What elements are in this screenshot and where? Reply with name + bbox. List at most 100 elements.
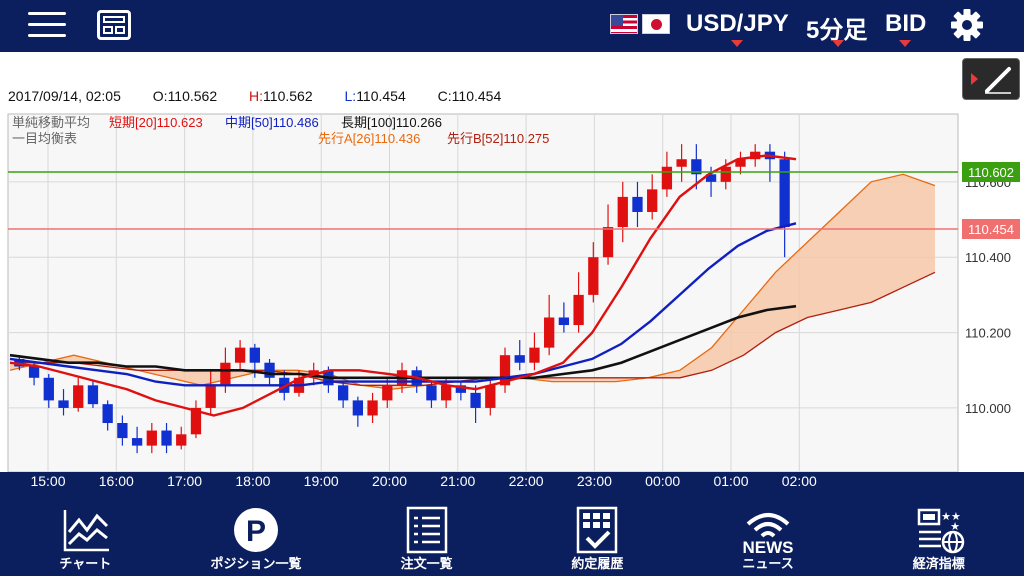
nav-chart[interactable]: チャート — [0, 502, 171, 576]
news-sub-label: NEWS — [743, 538, 794, 554]
price-tick-label: 110.000 — [965, 401, 1011, 416]
candle-body — [220, 362, 231, 386]
nav-chart-label: チャート — [59, 556, 112, 571]
time-tick-label: 17:00 — [167, 473, 202, 489]
menu-icon[interactable] — [28, 12, 66, 38]
candle-body — [514, 355, 525, 363]
nav-news[interactable]: NEWS ニュース — [683, 502, 854, 576]
position-p-icon: P — [234, 508, 278, 552]
pair-dropdown-caret-icon — [731, 40, 743, 47]
candle-body — [720, 166, 731, 182]
candle-body — [131, 438, 143, 446]
timeframe-dropdown-caret-icon — [832, 40, 844, 47]
low-value: L:110.454 — [344, 88, 406, 104]
candle-body — [176, 434, 187, 446]
sma-mid-legend: 中期[50]110.486 — [225, 115, 319, 130]
nav-positions-label: ポジション一覧 — [210, 556, 302, 571]
chart-svg[interactable]: 単純移動平均 短期[20]110.623 中期[50]110.486 長期[10… — [0, 112, 1024, 502]
time-tick-label: 00:00 — [645, 473, 680, 489]
nav-executions-label: 約定履歴 — [571, 556, 624, 571]
candle-body — [249, 347, 260, 363]
candle-body — [602, 227, 614, 258]
time-tick-label: 01:00 — [713, 473, 748, 489]
high-value: H:110.562 — [249, 88, 313, 104]
nav-economic-indicators[interactable]: ★★ ★ 経済指標 — [853, 502, 1024, 576]
candle-body — [382, 385, 393, 401]
candle-body — [661, 166, 673, 190]
ichimoku-legend-title: 一目均衡表 — [12, 131, 77, 146]
ohlc-info-bar: 2017/09/14, 02:05 O:110.562 H:110.562 L:… — [0, 52, 1024, 112]
candle-body — [102, 404, 113, 424]
candle-body — [352, 400, 363, 416]
candle-body — [337, 385, 349, 401]
candle-body — [43, 377, 54, 401]
time-tick-label: 16:00 — [99, 473, 134, 489]
nav-executions[interactable]: 約定履歴 — [512, 502, 683, 576]
nav-orders-label: 注文一覧 — [400, 556, 453, 571]
sma-short-legend: 短期[20]110.623 — [109, 115, 203, 130]
candle-body — [676, 159, 687, 167]
time-tick-label: 23:00 — [577, 473, 612, 489]
economic-indicator-icon: ★★ ★ — [917, 508, 964, 554]
nav-economic-indicators-label: 経済指標 — [912, 556, 965, 571]
time-tick-label: 20:00 — [372, 473, 407, 489]
bar-datetime: 2017/09/14, 02:05 — [8, 88, 121, 104]
candle-body — [117, 423, 128, 439]
close-value: C:110.454 — [437, 88, 502, 104]
candle-body — [205, 385, 216, 408]
candle-body — [58, 400, 69, 408]
candle-body — [617, 196, 628, 228]
svg-text:P: P — [246, 515, 266, 548]
current-price-tag-text: 110.454 — [968, 222, 1014, 237]
price-axis: 110.600110.400110.200110.000 — [965, 175, 1011, 416]
time-tick-label: 02:00 — [782, 473, 817, 489]
sma-long-legend: 長期[100]110.266 — [341, 115, 442, 130]
execution-history-icon — [577, 506, 618, 554]
us-flag-icon — [610, 14, 638, 34]
candle-body — [161, 430, 172, 446]
candle-body — [558, 317, 570, 326]
nav-news-label: ニュース — [742, 556, 794, 571]
nav-positions[interactable]: P ポジション一覧 — [171, 502, 342, 576]
currency-flags — [610, 14, 670, 34]
pencil-icon — [971, 67, 1011, 94]
span-b-legend: 先行B[52]110.275 — [447, 131, 549, 146]
price-chart[interactable]: 単純移動平均 短期[20]110.623 中期[50]110.486 長期[10… — [0, 112, 1024, 502]
time-tick-label: 21:00 — [440, 473, 475, 489]
order-list-icon — [406, 506, 447, 554]
candle-body — [470, 392, 481, 408]
nav-orders[interactable]: 注文一覧 — [341, 502, 512, 576]
news-wifi-icon: NEWS — [743, 513, 794, 554]
green-price-tag-text: 110.602 — [968, 165, 1014, 180]
candle-body — [146, 430, 157, 446]
candle-body — [426, 385, 437, 401]
settings-gear-icon[interactable] — [950, 8, 984, 42]
price-tick-label: 110.200 — [965, 326, 1011, 341]
bottom-navigation: チャート P ポジション一覧 注文一覧 約定履歴 NEWS ニュース ★★ ★ … — [0, 502, 1024, 576]
time-tick-label: 15:00 — [30, 473, 65, 489]
open-value: O:110.562 — [152, 88, 218, 104]
layout-grid-icon[interactable] — [97, 10, 131, 40]
price-type-dropdown-caret-icon — [899, 40, 911, 47]
sma-legend-title: 単純移動平均 — [12, 115, 90, 130]
top-bar: USD/JPY 5分足 BID — [0, 0, 1024, 50]
candle-body — [779, 159, 790, 228]
candle-body — [441, 385, 452, 401]
price-type-selector[interactable]: BID — [885, 10, 926, 38]
candle-body — [588, 257, 599, 295]
time-tick-label: 19:00 — [304, 473, 339, 489]
currency-pair-selector[interactable]: USD/JPY — [686, 10, 789, 38]
ohlc-row: 2017/09/14, 02:05 O:110.562 H:110.562 L:… — [8, 88, 529, 104]
draw-tool-button[interactable] — [962, 58, 1020, 100]
candle-body — [264, 362, 275, 378]
candle-body — [485, 385, 496, 408]
candle-body — [234, 347, 246, 363]
candle-body — [544, 317, 555, 348]
candle-body — [529, 347, 540, 363]
time-tick-label: 18:00 — [235, 473, 270, 489]
candle-body — [367, 400, 378, 416]
jp-flag-icon — [642, 14, 670, 34]
candle-body — [87, 385, 99, 405]
candle-body — [73, 385, 84, 408]
line-chart-icon — [64, 510, 110, 552]
